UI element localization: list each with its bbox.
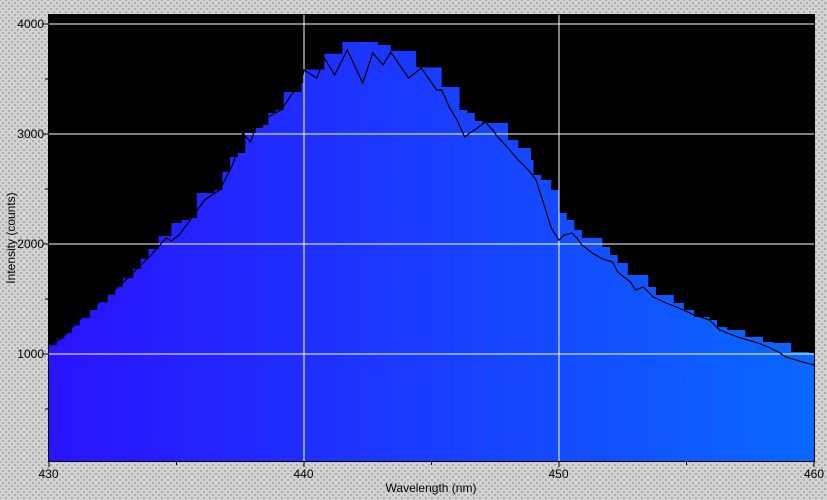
y-axis-title: Intensity (counts) bbox=[4, 192, 18, 283]
y-axis-tick-label-4000: 4000 bbox=[17, 17, 44, 31]
x-axis-tick-label-440: 440 bbox=[293, 467, 313, 481]
y-axis-tick-label-3000: 3000 bbox=[17, 127, 44, 141]
y-axis-tick-label-2000: 2000 bbox=[17, 237, 44, 251]
x-axis-title: Wavelength (nm) bbox=[386, 481, 477, 495]
x-axis-tick-label-450: 450 bbox=[548, 467, 568, 481]
spectrometer-window: { "chart_data": { "type": "area", "title… bbox=[0, 0, 827, 500]
x-axis-tick-label-460: 460 bbox=[804, 467, 824, 481]
x-axis-tick-label-430: 430 bbox=[38, 467, 58, 481]
y-axis-tick-label-1000: 1000 bbox=[17, 347, 44, 361]
spectrum-chart: 4000 3000 2000 1000 430 440 450 460 Wave… bbox=[4, 14, 824, 495]
